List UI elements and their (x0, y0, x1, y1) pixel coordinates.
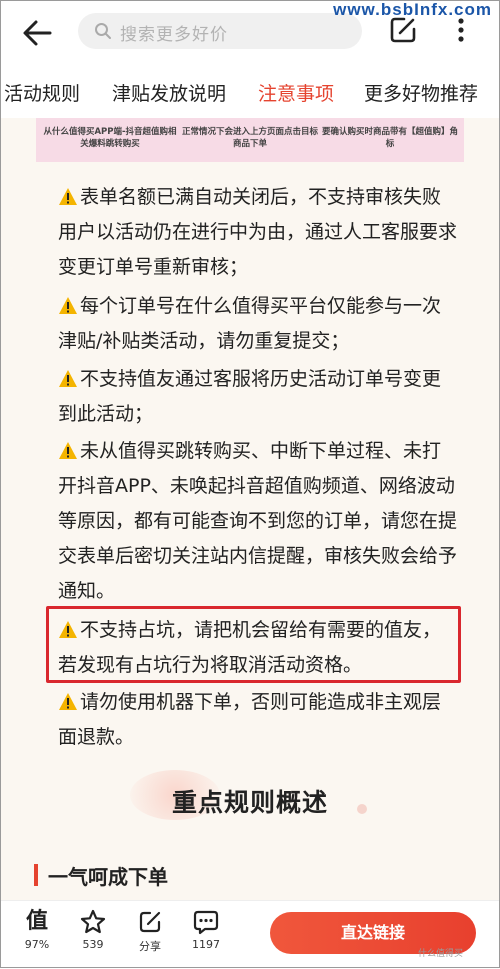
note-line: 交表单后密切关注站内信提醒，审核失败会给予 (58, 545, 458, 567)
note-line: 通知。 (58, 580, 116, 602)
brand-watermark: 什么值得买 (418, 949, 464, 959)
worth-percent: 97% (24, 938, 50, 951)
warning-icon (59, 188, 77, 205)
note-line: 津贴/补贴类活动，请勿重复提交； (58, 330, 350, 352)
section-subtitle: 一气呵成下单 (48, 865, 168, 889)
back-arrow-icon[interactable] (20, 16, 56, 50)
note-line: 不支持值友通过客服将历史活动订单号变更 (80, 368, 442, 390)
favorite-count: 539 (82, 938, 104, 951)
tab-subsidy-info[interactable]: 津贴发放说明 (112, 79, 226, 106)
worth-button[interactable]: 值 97% (14, 909, 60, 951)
search-icon (95, 23, 111, 39)
guide-banner: 从什么值得买APP端-抖音超值购相关爆料跳转购买 正常情况下会进入上方页面点击目… (36, 118, 464, 162)
share-label: 分享 (139, 940, 161, 953)
note-item: 请勿使用机器下单，否则可能造成非主观层 面退款。 (58, 685, 472, 755)
comment-count: 1197 (192, 938, 220, 951)
star-icon (80, 909, 106, 934)
note-line: 请勿使用机器下单，否则可能造成非主观层 (80, 691, 442, 713)
banner-caption: 要确认购买时商品带有【超值购】角标 (321, 127, 458, 149)
tab-notes[interactable]: 注意事项 (258, 79, 334, 106)
warning-icon (59, 297, 77, 314)
note-line: 开抖音APP、未唤起抖音超值购频道、网络波动 (58, 475, 455, 497)
comment-icon (193, 910, 219, 935)
note-line: 每个订单号在什么值得买平台仅能参与一次 (80, 295, 442, 317)
warning-icon (59, 442, 77, 459)
banner-caption: 正常情况下会进入上方页面点击目标商品下单 (181, 127, 318, 149)
subtitle-accent-bar (34, 864, 38, 886)
note-item: 未从值得买跳转购买、中断下单过程、未打 开抖音APP、未唤起抖音超值购频道、网络… (58, 434, 472, 609)
note-line: 变更订单号重新审核； (58, 256, 249, 278)
note-line: 面退款。 (58, 726, 135, 748)
tab-activity-rules[interactable]: 活动规则 (4, 79, 80, 106)
note-line: 用户以活动仍在进行中为由，通过人工客服要求 (58, 221, 458, 243)
share-icon (139, 911, 161, 933)
search-placeholder: 搜索更多好价 (120, 25, 228, 45)
note-item: 每个订单号在什么值得买平台仅能参与一次 津贴/补贴类活动，请勿重复提交； (58, 289, 472, 359)
tab-bar: 活动规则 津贴发放说明 注意事项 更多好物推荐 (0, 64, 500, 118)
share-button[interactable]: 分享 (127, 909, 173, 954)
note-line: 等原因，都有可能查询不到您的订单，请您在提 (58, 510, 458, 532)
banner-caption: 从什么值得买APP端-抖音超值购相关爆料跳转购买 (43, 127, 177, 149)
watermark: www.bsbInfx.com (333, 0, 492, 19)
warning-icon (59, 370, 77, 387)
favorite-button[interactable]: 539 (70, 909, 116, 951)
note-line: 表单名额已满自动关闭后，不支持审核失败 (80, 186, 442, 208)
search-input[interactable]: 搜索更多好价 (78, 13, 362, 49)
comment-button[interactable]: 1197 (183, 909, 229, 951)
worth-icon: 值 (25, 909, 48, 934)
highlight-box (46, 606, 461, 683)
warning-icon (59, 693, 77, 710)
section-title: 重点规则概述 (171, 788, 328, 817)
note-line: 未从值得买跳转购买、中断下单过程、未打 (80, 440, 442, 462)
note-line: 到此活动； (58, 403, 154, 425)
note-item: 不支持值友通过客服将历史活动订单号变更 到此活动； (58, 362, 472, 432)
tab-recommendations[interactable]: 更多好物推荐 (364, 79, 478, 106)
top-bar: 搜索更多好价 www.bsbInfx.com (0, 0, 500, 64)
note-item: 表单名额已满自动关闭后，不支持审核失败 用户以活动仍在进行中为由，通过人工客服要… (58, 180, 472, 285)
